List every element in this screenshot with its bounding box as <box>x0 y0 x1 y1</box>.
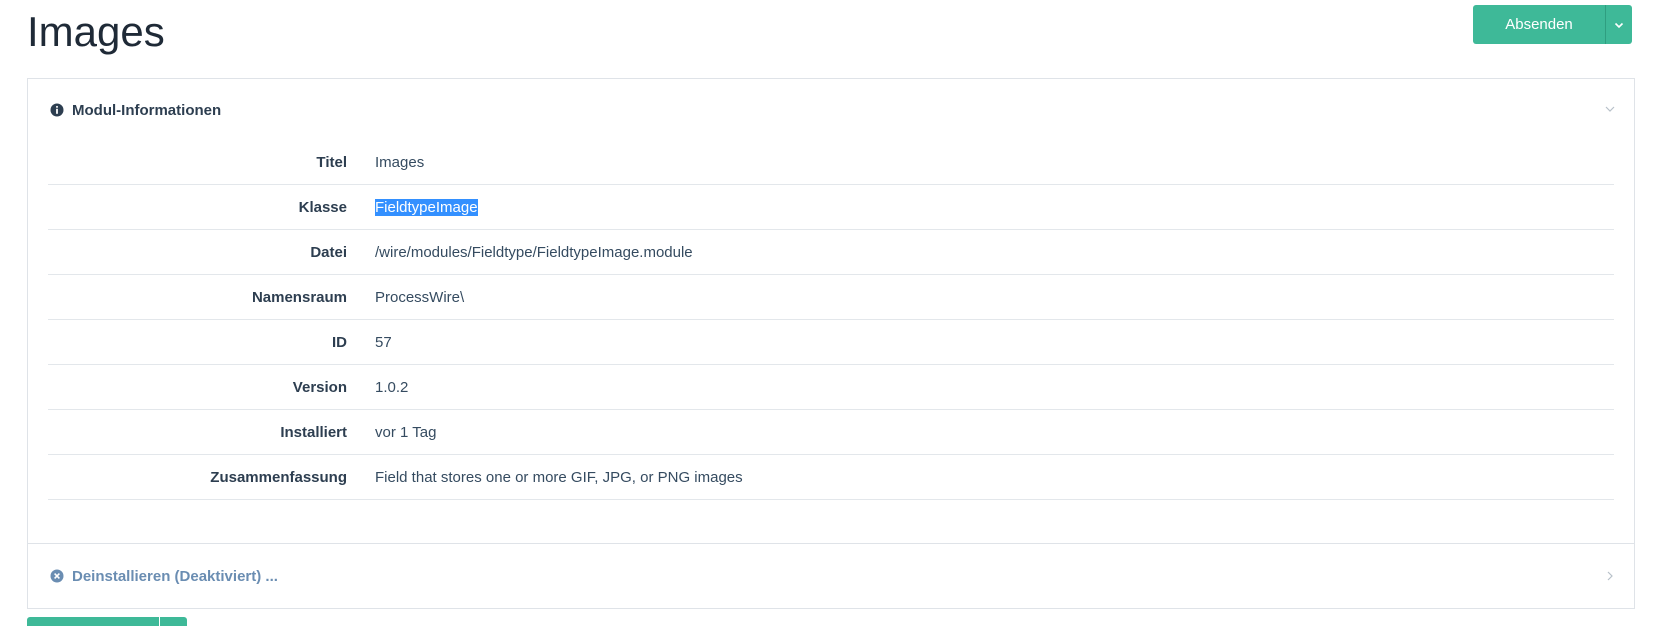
info-key: ID <box>332 333 347 351</box>
info-row-version: Version 1.0.2 <box>48 365 1614 410</box>
module-info-header[interactable]: Modul-Informationen <box>28 79 1634 141</box>
bottom-submit-button[interactable] <box>27 617 159 626</box>
info-key: Klasse <box>298 198 347 216</box>
uninstall-section: Deinstallieren (Deaktiviert) ... <box>28 544 1634 608</box>
chevron-down-icon[interactable] <box>1604 103 1616 115</box>
info-value: 1.0.2 <box>375 378 409 396</box>
info-value: Images <box>375 154 425 171</box>
submit-button[interactable]: Absenden <box>1473 5 1605 44</box>
info-key: Namensraum <box>251 288 347 306</box>
section-divider <box>28 500 1634 544</box>
submit-dropdown-button[interactable] <box>1605 5 1632 44</box>
info-value: 57 <box>375 333 392 351</box>
info-key: Datei <box>310 243 347 261</box>
info-row-namensraum: Namensraum ProcessWire\ <box>48 275 1614 320</box>
module-info-section: Modul-Informationen Titel Images Klasse … <box>28 79 1634 544</box>
info-row-klasse: Klasse FieldtypeImage <box>48 185 1614 230</box>
page-title: Images <box>27 8 165 55</box>
submit-button-group: Absenden <box>1473 5 1632 44</box>
chevron-right-icon[interactable] <box>1604 570 1616 582</box>
info-row-titel: Titel Images <box>48 141 1614 185</box>
info-key: Installiert <box>280 423 347 441</box>
info-key: Titel <box>316 154 347 171</box>
chevron-down-icon <box>1614 22 1624 28</box>
module-panel: Modul-Informationen Titel Images Klasse … <box>27 78 1635 609</box>
info-value-selected[interactable]: FieldtypeImage <box>347 198 478 216</box>
info-row-installiert: Installiert vor 1 Tag <box>48 410 1614 455</box>
uninstall-header[interactable]: Deinstallieren (Deaktiviert) ... <box>28 544 1634 608</box>
module-info-title: Modul-Informationen <box>72 101 222 119</box>
info-row-zusammenfassung: Zusammenfassung Field that stores one or… <box>48 455 1614 500</box>
info-value: ProcessWire\ <box>375 288 465 306</box>
selected-text: FieldtypeImage <box>375 198 478 216</box>
info-row-datei: Datei /wire/modules/Fieldtype/FieldtypeI… <box>48 230 1614 275</box>
info-value: /wire/modules/Fieldtype/FieldtypeImage.m… <box>375 243 693 261</box>
info-value: Field that stores one or more GIF, JPG, … <box>375 468 743 486</box>
info-row-id: ID 57 <box>48 320 1614 365</box>
times-circle-icon <box>50 569 64 583</box>
info-key: Zusammenfassung <box>210 468 347 486</box>
info-value: vor 1 Tag <box>375 423 437 441</box>
module-info-table: Titel Images Klasse FieldtypeImage Datei… <box>48 141 1614 500</box>
page: Images Absenden Modul-Informationen Tite… <box>0 0 1665 626</box>
bottom-submit-dropdown-button[interactable] <box>160 617 187 626</box>
info-circle-icon <box>50 103 64 117</box>
uninstall-title: Deinstallieren (Deaktiviert) ... <box>72 567 278 585</box>
info-key: Version <box>292 378 347 396</box>
